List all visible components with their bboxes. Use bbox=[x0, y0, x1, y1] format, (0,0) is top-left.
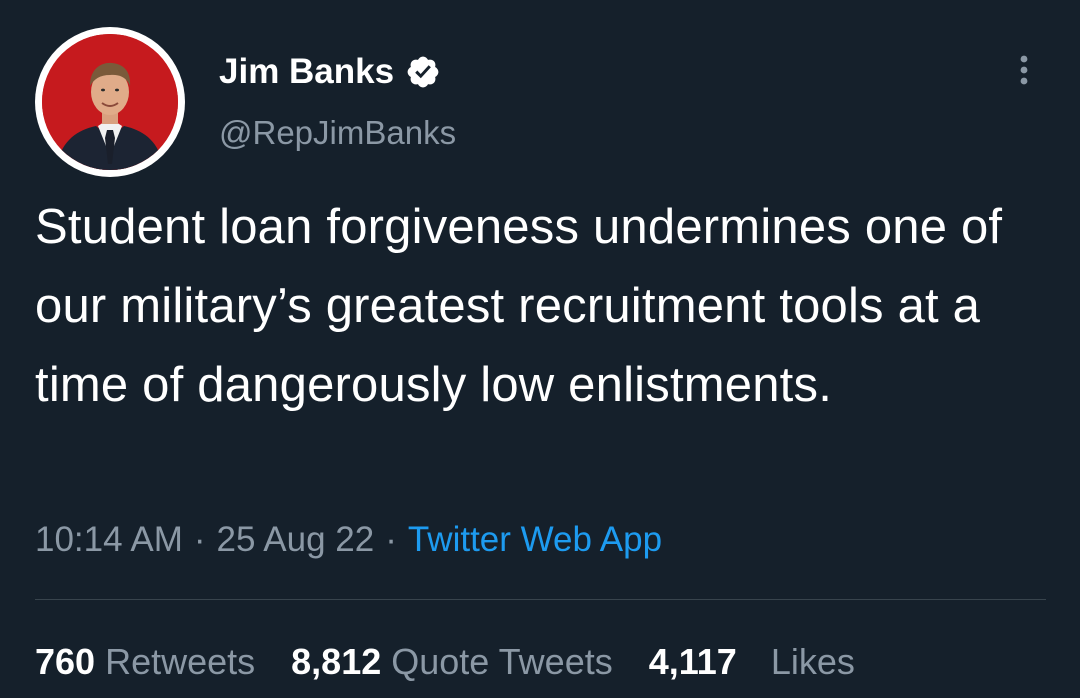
meta-separator: · bbox=[385, 520, 397, 559]
divider bbox=[35, 599, 1046, 600]
quote-tweets-stat[interactable]: 8,812 Quote Tweets bbox=[291, 638, 613, 686]
tweet-text: Student loan forgiveness undermines one … bbox=[35, 200, 1003, 412]
tweet-source-link[interactable]: Twitter Web App bbox=[408, 520, 662, 559]
more-vertical-icon bbox=[1020, 55, 1028, 85]
likes-label: Likes bbox=[770, 641, 855, 682]
display-name[interactable]: Jim Banks bbox=[219, 50, 441, 94]
verified-badge-icon bbox=[405, 54, 441, 90]
engagement-stats: 760 Retweets 8,812 Quote Tweets 4,117 Li… bbox=[35, 638, 891, 686]
retweets-stat[interactable]: 760 Retweets bbox=[35, 638, 255, 686]
avatar[interactable] bbox=[35, 27, 185, 177]
retweets-count: 760 bbox=[35, 641, 96, 682]
retweets-label: Retweets bbox=[105, 641, 256, 682]
tweet-metadata: 10:14 AM · 25 Aug 22 · Twitter Web App bbox=[35, 515, 662, 565]
tweet-time[interactable]: 10:14 AM bbox=[35, 520, 183, 559]
avatar-image bbox=[42, 34, 178, 170]
tweet-card: Jim Banks @RepJimBanks Student loan forg… bbox=[0, 0, 1080, 698]
tweet-date[interactable]: 25 Aug 22 bbox=[217, 520, 375, 559]
likes-stat[interactable]: 4,117 Likes bbox=[649, 638, 855, 686]
quote-tweets-label: Quote Tweets bbox=[391, 641, 613, 682]
likes-count: 4,117 bbox=[648, 641, 737, 682]
quote-tweets-count: 8,812 bbox=[291, 641, 382, 682]
user-handle[interactable]: @RepJimBanks bbox=[219, 112, 456, 154]
more-options-button[interactable] bbox=[1004, 50, 1044, 90]
meta-separator: · bbox=[193, 520, 206, 559]
display-name-text: Jim Banks bbox=[219, 52, 395, 91]
